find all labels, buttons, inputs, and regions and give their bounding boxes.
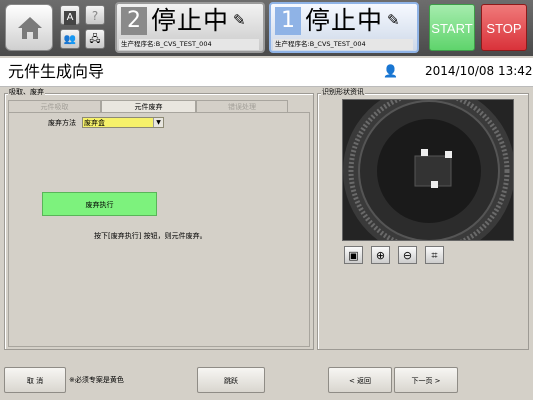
zoom-in-icon[interactable]: ⊕: [371, 246, 390, 264]
home-button[interactable]: [5, 4, 53, 51]
datetime: 2014/10/08 13:42: [425, 64, 533, 78]
instruction-text: 按下[废弃执行] 按钮，则元件废弃。: [94, 232, 207, 240]
lane-status: 停止中: [151, 6, 230, 35]
title-bar: 元件生成向导 👤 2014/10/08 13:42: [0, 58, 533, 87]
cancel-button[interactable]: 取 消: [4, 367, 66, 393]
back-button[interactable]: < 返回: [328, 367, 392, 393]
help-button[interactable]: ?: [85, 5, 105, 25]
discard-method-label: 废弃方法: [48, 119, 76, 127]
camera-image: [342, 99, 514, 241]
start-button[interactable]: START: [429, 4, 475, 51]
tab-pick[interactable]: 元件吸取: [8, 100, 101, 112]
network-icon[interactable]: 🖧: [85, 29, 105, 49]
tab-error-handling[interactable]: 错误处理: [196, 100, 288, 112]
users-icon[interactable]: 👥: [60, 29, 80, 49]
lane-1-panel[interactable]: 1 停止中 ✎ 生产程序名:B_CVS_TEST_004: [269, 2, 419, 53]
chevron-down-icon: ▼: [153, 118, 163, 127]
program-name: 生产程序名:B_CVS_TEST_004: [273, 39, 413, 50]
user-icon: 👤: [383, 64, 398, 78]
image-icon[interactable]: ▣: [344, 246, 363, 264]
execute-discard-button[interactable]: 废弃执行: [42, 192, 157, 216]
lane-2-panel[interactable]: 2 停止中 ✎ 生产程序名:B_CVS_TEST_004: [115, 2, 265, 53]
discard-method-select[interactable]: 废弃盒 ▼: [82, 117, 164, 128]
program-name: 生产程序名:B_CVS_TEST_004: [119, 39, 259, 50]
next-button[interactable]: 下一页 >: [394, 367, 458, 393]
lane-number: 2: [121, 7, 147, 35]
note-text: ※必须专案是黄色: [69, 376, 124, 384]
stop-button[interactable]: STOP: [481, 4, 527, 51]
pick-discard-group-title: 吸取、废弃: [8, 88, 45, 96]
operator-icon: ✎: [387, 11, 400, 29]
home-icon: [18, 17, 42, 39]
recognition-group-title: 识别形状资讯: [321, 88, 365, 96]
skip-button[interactable]: 跳跃: [197, 367, 265, 393]
top-toolbar: A ? 👥 🖧 2 停止中 ✎ 生产程序名:B_CVS_TEST_004 1 停…: [0, 0, 533, 56]
nozzle-image: [343, 100, 513, 240]
lane-number: 1: [275, 7, 301, 35]
operator-icon: ✎: [233, 11, 246, 29]
fit-icon[interactable]: ⌗: [425, 246, 444, 264]
zoom-out-icon[interactable]: ⊖: [398, 246, 417, 264]
tab-content: [8, 112, 310, 347]
lane-status: 停止中: [305, 6, 384, 35]
page-title: 元件生成向导: [8, 62, 105, 81]
a-icon[interactable]: A: [60, 5, 80, 25]
discard-method-value: 废弃盒: [84, 119, 105, 127]
